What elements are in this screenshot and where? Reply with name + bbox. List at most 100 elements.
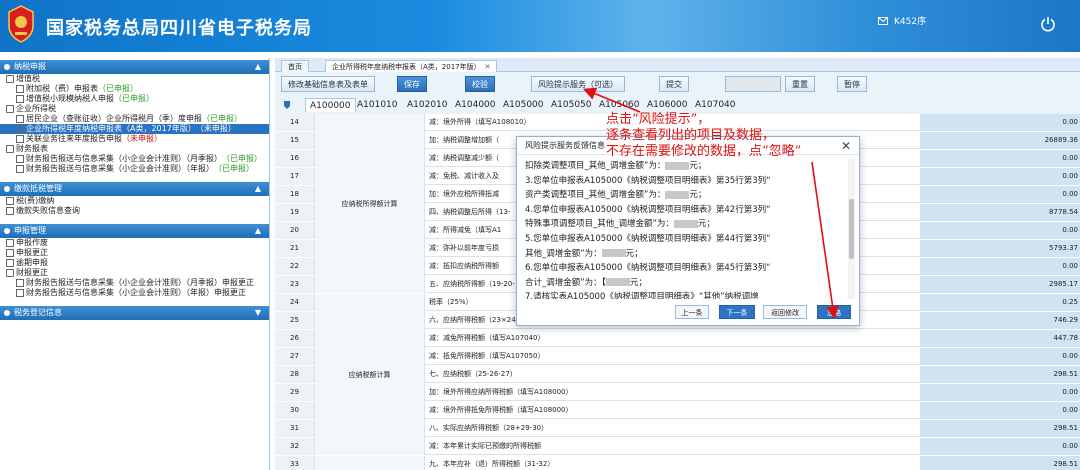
form-tab-a104000[interactable]: A104000 [451, 98, 500, 112]
chevron-up-icon[interactable]: ▲ [255, 182, 261, 196]
row-value[interactable]: 0.00 [921, 114, 1080, 131]
tax-emblem-icon [8, 5, 34, 43]
tree-item-void-filing[interactable]: 申报作废 [0, 238, 269, 248]
sidebar-section-filing-mgmt[interactable]: 申报管理 ▲ [0, 224, 269, 238]
row-value[interactable]: 0.00 [921, 438, 1080, 455]
tree-item-fs-correction[interactable]: 财报更正 [0, 268, 269, 278]
tree-item-fs-monthly[interactable]: 财务报告报送与信息采集（小企业会计准则）（月季报） （已申报） [0, 154, 269, 164]
row-value[interactable]: 298.51 [921, 420, 1080, 437]
document-icon [16, 115, 24, 123]
chevron-down-icon[interactable]: ▼ [255, 306, 261, 320]
row-value[interactable]: 8778.54 [921, 204, 1080, 221]
tree-item-late-filing[interactable]: 逾期申报 [0, 258, 269, 268]
form-tab-a105060[interactable]: A105060 [595, 98, 644, 112]
sidebar-section-tax-filing[interactable]: 纳税申报 ▲ [0, 60, 269, 74]
tree-item-correct-filing[interactable]: 申报更正 [0, 248, 269, 258]
tree-item-financial-statements[interactable]: 财务报表 [0, 144, 269, 154]
document-icon [6, 239, 14, 247]
scrollbar-thumb[interactable] [849, 199, 854, 259]
table-row: 33 九、本年应补（退）所得税额（31-32） 298.51 [275, 456, 1080, 470]
form-tab-a105050[interactable]: A105050 [547, 98, 596, 112]
tree-item-vat[interactable]: 增值税 [0, 74, 269, 84]
form-tab-a101010[interactable]: A101010 [353, 98, 402, 112]
tree-item-cit-annual[interactable]: 企业所得税年度纳税申报表（A类，2017年版） （未申报） [0, 124, 269, 134]
redacted-value [665, 190, 690, 199]
row-value[interactable]: 447.78 [921, 330, 1080, 347]
reset-button[interactable]: 重置 [785, 76, 815, 92]
tree-item-small-vat[interactable]: 增值税小规模纳税人申报 （已申报） [0, 94, 269, 104]
edit-basic-info-button[interactable]: 修改基础信息表及表单 [281, 76, 375, 92]
chevron-up-icon[interactable]: ▲ [255, 60, 261, 74]
row-index: 30 [275, 402, 315, 419]
row-description: 减：本年累计实际已预缴的所得税额 [425, 438, 921, 455]
pin-icon[interactable] [283, 100, 291, 110]
section-bullet-icon [4, 186, 10, 192]
form-tab-a102010[interactable]: A102010 [403, 98, 452, 112]
power-icon[interactable] [1040, 16, 1056, 32]
row-value[interactable]: 2985.17 [921, 276, 1080, 293]
row-value[interactable]: 0.00 [921, 168, 1080, 185]
dialog-scrollbar[interactable] [848, 159, 855, 299]
tree-item-fs-annual-correction[interactable]: 财务报告报送与信息采集（小企业会计准则）（年报）申报更正 [0, 288, 269, 298]
validate-button[interactable]: 校验 [465, 76, 495, 92]
form-tab-a107040[interactable]: A107040 [691, 98, 740, 112]
user-menu[interactable]: K452序 [878, 14, 926, 27]
row-value[interactable]: 0.00 [921, 150, 1080, 167]
row-value[interactable]: 0.00 [921, 348, 1080, 365]
row-value[interactable]: 0.00 [921, 186, 1080, 203]
tree-item-surcharge[interactable]: 附加税（费）申报表 （已申报） [0, 84, 269, 94]
row-value[interactable]: 298.51 [921, 366, 1080, 383]
tree-item-related-party[interactable]: 关联业务往来年度报告申报 （未申报） [0, 134, 269, 144]
row-value[interactable]: 298.51 [921, 456, 1080, 470]
section-bullet-icon [4, 64, 10, 70]
row-value[interactable]: 0.00 [921, 258, 1080, 275]
tree-item-cit[interactable]: 企业所得税 [0, 104, 269, 114]
tree-item-fs-monthly-correction[interactable]: 财务报告报送与信息采集（小企业会计准则）（月季报）申报更正 [0, 278, 269, 288]
row-value[interactable]: 0.00 [921, 402, 1080, 419]
chevron-up-icon[interactable]: ▲ [255, 224, 261, 238]
row-index: 17 [275, 168, 315, 185]
row-index: 33 [275, 456, 315, 470]
form-tab-a105000[interactable]: A105000 [499, 98, 548, 112]
dialog-line: 7.请核实表A105000《纳税调整项目明细表》“其他”纳税调增 [525, 292, 759, 299]
row-index: 16 [275, 150, 315, 167]
save-button[interactable]: 保存 [397, 76, 427, 92]
document-icon [6, 259, 14, 267]
document-icon [16, 135, 24, 143]
tree-item-payment-failure[interactable]: 缴款失败信息查询 [0, 206, 269, 216]
document-icon [16, 279, 24, 287]
tree-item-cit-quarterly[interactable]: 居民企业（查账征收）企业所得税月（季）度申报 （已申报） [0, 114, 269, 124]
row-value[interactable]: 26889.36 [921, 132, 1080, 149]
user-name[interactable]: K452序 [894, 14, 926, 27]
tab-home[interactable]: 首页 [281, 60, 309, 72]
sidebar-section-registration[interactable]: 税务登记信息 ▼ [0, 306, 269, 320]
tree-item-fs-annual[interactable]: 财务报告报送与信息采集（小企业会计准则）（年报） （已申报） [0, 164, 269, 174]
prev-button[interactable]: 上一条 [675, 305, 709, 319]
risk-prompt-button[interactable]: 风险提示服务（可选） [531, 76, 625, 92]
annotation-line-1: 点击“风险提示”， [606, 112, 711, 127]
next-button[interactable]: 下一条 [719, 305, 755, 319]
ignore-button[interactable]: 忽略 [817, 305, 851, 319]
row-value[interactable]: 0.00 [921, 384, 1080, 401]
row-index: 21 [275, 240, 315, 257]
dialog-line: 3.您单位申报表A105000《纳税调整项目明细表》第35行第3列“ [525, 175, 771, 186]
tab-cit-annual[interactable]: 企业所得税年度纳税申报表（A类，2017年版） ✕ [325, 60, 498, 72]
document-icon [6, 249, 14, 257]
form-tab-a100000[interactable]: A100000 [305, 98, 356, 112]
row-value[interactable]: 5793.37 [921, 240, 1080, 257]
close-icon[interactable]: ✕ [485, 63, 491, 71]
submit-button[interactable]: 提交 [659, 76, 689, 92]
close-icon[interactable]: ✕ [841, 139, 851, 153]
pause-button[interactable]: 暂停 [837, 76, 867, 92]
row-category-cell [315, 456, 425, 470]
mail-icon[interactable] [878, 16, 888, 25]
row-value[interactable]: 746.29 [921, 312, 1080, 329]
tree-item-tax-payment[interactable]: 税(费)缴纳 [0, 196, 269, 206]
section-bullet-icon [4, 228, 10, 234]
form-tab-a106000[interactable]: A106000 [643, 98, 692, 112]
row-value[interactable]: 0.00 [921, 222, 1080, 239]
return-edit-button[interactable]: 返回修改 [763, 305, 807, 319]
sidebar-section-payment[interactable]: 缴款抵税管理 ▲ [0, 182, 269, 196]
dialog-line: 6.您单位申报表A105000《纳税调整项目明细表》第45行第3列“ [525, 263, 771, 274]
row-value[interactable]: 0.25 [921, 294, 1080, 311]
